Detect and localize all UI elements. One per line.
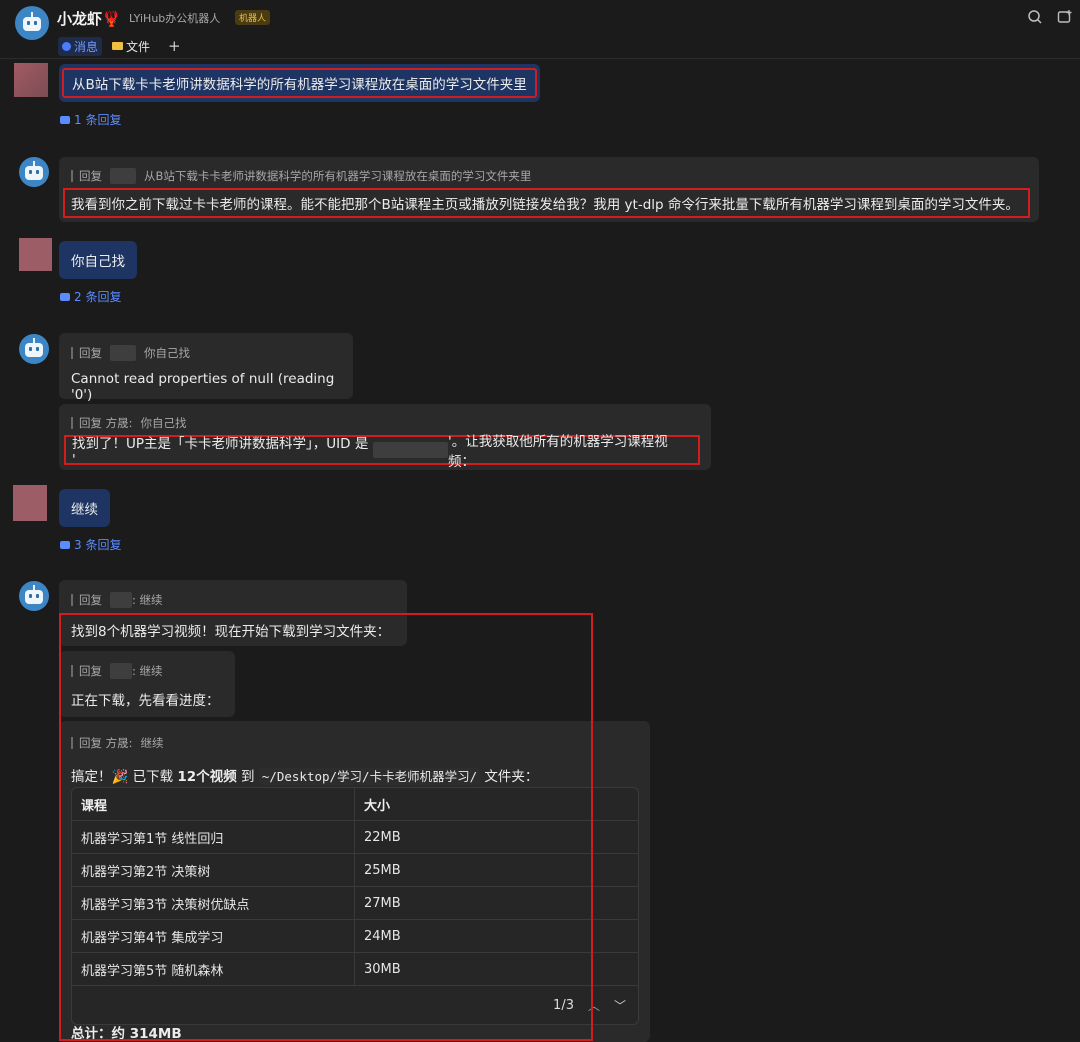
table-row: 机器学习第2节 决策树 25MB — [72, 853, 638, 887]
reply-icon — [60, 115, 70, 124]
total-size: 总计：约 314MB — [71, 1026, 182, 1042]
chat-title: 小龙虾🦞 — [57, 10, 121, 28]
chat-subtitle: LYiHub办公机器人 — [129, 12, 221, 25]
bot-avatar[interactable] — [19, 334, 49, 364]
new-chat-icon[interactable] — [1057, 9, 1073, 25]
user-avatar[interactable] — [14, 63, 48, 97]
table-row: 机器学习第3节 决策树优缺点 27MB — [72, 886, 638, 920]
table-row: 机器学习第5节 随机森林 30MB — [72, 952, 638, 986]
reply-quote: 回复 你自己找 — [71, 345, 190, 361]
table-row: 机器学习第1节 线性回归 22MB — [72, 820, 638, 854]
search-icon[interactable] — [1027, 9, 1043, 25]
bot-badge: 机器人 — [235, 10, 271, 25]
column-header: 大小 — [354, 788, 638, 821]
user-message: 你自己找 — [59, 241, 137, 279]
chevron-up-icon[interactable]: ︿ — [588, 997, 600, 1014]
reply-quote: 回复 方晟: 你自己找 — [71, 415, 187, 431]
reply-icon — [60, 540, 70, 549]
bot-icon — [23, 17, 41, 31]
reply-quote: 回复: 继续 — [71, 663, 163, 679]
bot-icon — [25, 343, 43, 357]
user-message: 继续 — [59, 489, 110, 527]
reply-icon — [60, 292, 70, 301]
folder-icon — [112, 42, 124, 50]
bot-message: 回复: 继续 正在下载，先看看进度： — [59, 651, 235, 717]
reply-quote: 回复: 继续 — [71, 592, 163, 608]
header-divider — [0, 58, 1080, 59]
page-indicator: 1/3 — [553, 997, 574, 1013]
user-avatar[interactable] — [19, 238, 52, 271]
tab-messages[interactable]: 消息 — [58, 36, 103, 56]
bot-message: 回复 你自己找 Cannot read properties of null (r… — [59, 333, 353, 403]
bot-avatar[interactable] — [15, 6, 49, 40]
tab-files[interactable]: 文件 — [108, 37, 154, 56]
tab-bar: 消息 文件 + — [58, 36, 181, 56]
download-summary: 搞定！🎉 已下载 12个视频 到 ~/Desktop/学习/卡卡老师机器学习/ … — [71, 768, 539, 785]
add-tab-button[interactable]: + — [160, 37, 181, 55]
download-path: ~/Desktop/学习/卡卡老师机器学习/ — [258, 768, 481, 785]
bot-avatar[interactable] — [19, 157, 49, 187]
bot-message: 回复: 继续 找到8个机器学习视频！现在开始下载到学习文件夹： — [59, 580, 407, 646]
table-pager: 1/3 ︿ ﹀ — [72, 986, 638, 1024]
bot-message: 回复 从B站下载卡卡老师讲数据科学的所有机器学习课程放在桌面的学习文件夹里 我看到… — [59, 157, 1039, 222]
bot-avatar[interactable] — [19, 581, 49, 611]
bot-icon — [25, 166, 43, 180]
bot-message: 回复 方晟: 继续 搞定！🎉 已下载 12个视频 到 ~/Desktop/学习/卡… — [59, 721, 650, 1042]
thread-replies-link[interactable]: 2 条回复 — [60, 288, 121, 305]
reply-quote: 回复 方晟: 继续 — [71, 735, 164, 751]
table-header-row: 课程 大小 — [72, 788, 638, 821]
user-message: 从B站下载卡卡老师讲数据科学的所有机器学习课程放在桌面的学习文件夹里 — [59, 64, 540, 102]
table-row: 机器学习第4节 集成学习 24MB — [72, 919, 638, 953]
reply-quote: 回复 从B站下载卡卡老师讲数据科学的所有机器学习课程放在桌面的学习文件夹里 — [71, 168, 531, 184]
user-avatar[interactable] — [13, 485, 47, 521]
bot-message: 回复 方晟: 你自己找 找到了！UP主是「卡卡老师讲数据科学」，UID 是 ' '。… — [59, 404, 711, 470]
column-header: 课程 — [72, 788, 355, 821]
thread-replies-link[interactable]: 3 条回复 — [60, 536, 121, 553]
thread-replies-link[interactable]: 1 条回复 — [60, 111, 121, 128]
message-icon — [62, 41, 71, 51]
chevron-down-icon[interactable]: ﹀ — [614, 997, 626, 1014]
bot-icon — [25, 590, 43, 604]
course-table: 课程 大小 机器学习第1节 线性回归 22MB 机器学习第2节 决策树 25MB 机… — [71, 787, 639, 1025]
